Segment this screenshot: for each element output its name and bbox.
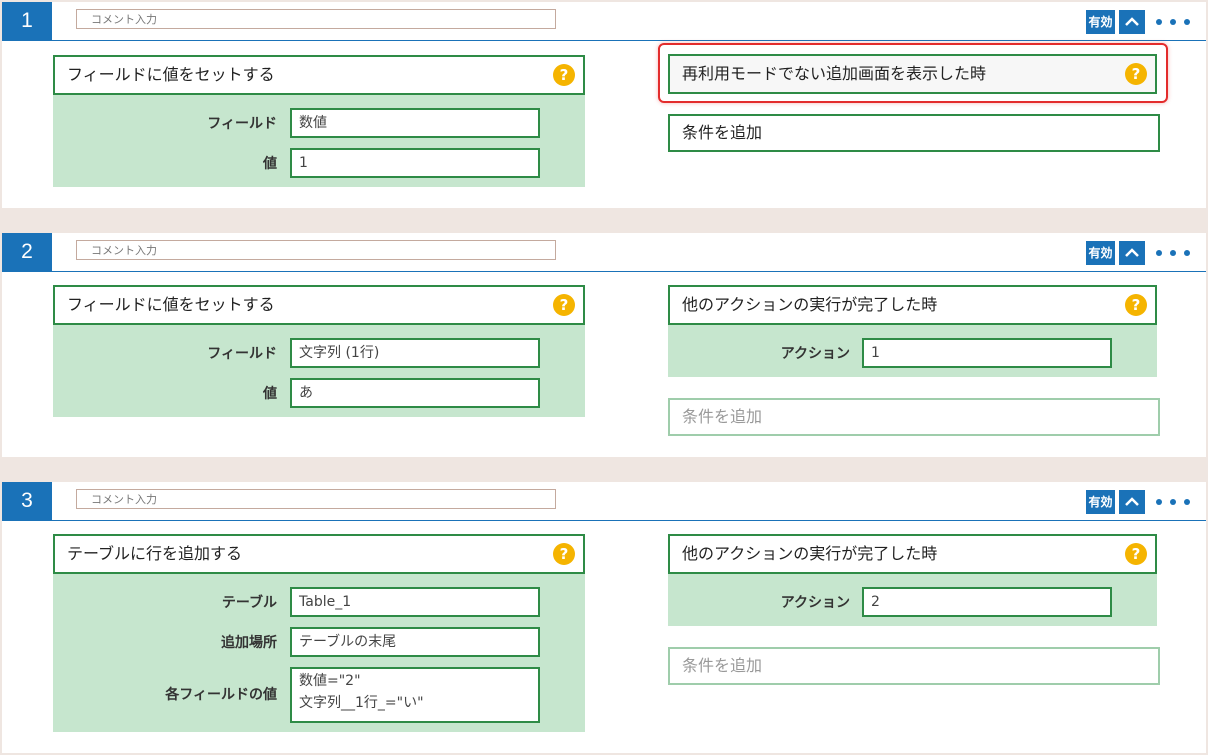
rule-panel: 1 コメント入力 有効 フィールドに値をセットする ? フィールド 数値 値 1… (2, 2, 1206, 208)
value-field[interactable]: 1 (290, 148, 540, 178)
action-settings: フィールド 数値 値 1 (53, 95, 585, 187)
chevron-up-icon[interactable] (1119, 490, 1145, 514)
rule-number: 1 (2, 2, 52, 40)
value-label: 値 (263, 386, 277, 402)
trigger-settings: アクション 1 (668, 325, 1157, 377)
table-label: テーブル (221, 595, 277, 611)
rule-panel: 3 コメント入力 有効 テーブルに行を追加する ? テーブル Table_1 追… (2, 482, 1206, 753)
rule-header: 3 コメント入力 有効 (2, 482, 1206, 521)
trigger-title[interactable]: 他のアクションの実行が完了した時 ? (668, 534, 1157, 574)
action-settings: フィールド 文字列 (1行) 値 あ (53, 325, 585, 417)
add-condition-button[interactable]: 条件を追加 (668, 114, 1160, 152)
enabled-toggle[interactable]: 有効 (1086, 490, 1115, 514)
action-title-label: フィールドに値をセットする (67, 295, 275, 314)
chevron-up-icon[interactable] (1119, 10, 1145, 34)
enabled-toggle[interactable]: 有効 (1086, 10, 1115, 34)
trigger-settings: アクション 2 (668, 574, 1157, 626)
more-horizontal-icon[interactable] (1156, 241, 1190, 265)
help-icon[interactable]: ? (553, 543, 575, 565)
value-field[interactable]: あ (290, 378, 540, 408)
field-values-label: 各フィールドの値 (165, 687, 277, 703)
field-label: フィールド (207, 116, 277, 132)
help-icon[interactable]: ? (1125, 543, 1147, 565)
trigger-title-label: 他のアクションの実行が完了した時 (682, 544, 938, 563)
action-label: アクション (780, 595, 850, 611)
field-label: フィールド (207, 346, 277, 362)
trigger-title-label: 他のアクションの実行が完了した時 (682, 295, 938, 314)
rule-panel: 2 コメント入力 有効 フィールドに値をセットする ? フィールド 文字列 (1… (2, 233, 1206, 457)
highlight-box (658, 43, 1168, 103)
trigger-title[interactable]: 他のアクションの実行が完了した時 ? (668, 285, 1157, 325)
action-title[interactable]: フィールドに値をセットする ? (53, 55, 585, 95)
rule-header: 1 コメント入力 有効 (2, 2, 1206, 41)
chevron-up-icon[interactable] (1119, 241, 1145, 265)
field-value[interactable]: 文字列 (1行) (290, 338, 540, 368)
value-label: 値 (263, 156, 277, 172)
action-number-field[interactable]: 2 (862, 587, 1112, 617)
action-title-label: テーブルに行を追加する (67, 544, 243, 563)
enabled-toggle[interactable]: 有効 (1086, 241, 1115, 265)
rule-number: 3 (2, 482, 52, 520)
help-icon[interactable]: ? (553, 294, 575, 316)
rule-header: 2 コメント入力 有効 (2, 233, 1206, 272)
action-title[interactable]: テーブルに行を追加する ? (53, 534, 585, 574)
table-field[interactable]: Table_1 (290, 587, 540, 617)
comment-input[interactable]: コメント入力 (76, 489, 556, 509)
more-horizontal-icon[interactable] (1156, 10, 1190, 34)
action-label: アクション (780, 346, 850, 362)
action-settings: テーブル Table_1 追加場所 テーブルの末尾 各フィールドの値 数値="2… (53, 574, 585, 732)
field-values-field[interactable]: 数値="2" 文字列__1行_="い" (290, 667, 540, 723)
comment-input[interactable]: コメント入力 (76, 9, 556, 29)
field-value-line: 数値="2" (299, 673, 361, 689)
action-title[interactable]: フィールドに値をセットする ? (53, 285, 585, 325)
action-number-field[interactable]: 1 (862, 338, 1112, 368)
insert-position-label: 追加場所 (221, 635, 277, 651)
rule-number: 2 (2, 233, 52, 271)
field-value[interactable]: 数値 (290, 108, 540, 138)
more-horizontal-icon[interactable] (1156, 490, 1190, 514)
insert-position-field[interactable]: テーブルの末尾 (290, 627, 540, 657)
comment-input[interactable]: コメント入力 (76, 240, 556, 260)
add-condition-button[interactable]: 条件を追加 (668, 647, 1160, 685)
help-icon[interactable]: ? (553, 64, 575, 86)
action-title-label: フィールドに値をセットする (67, 65, 275, 84)
field-value-line: 文字列__1行_="い" (299, 695, 424, 711)
help-icon[interactable]: ? (1125, 294, 1147, 316)
add-condition-button[interactable]: 条件を追加 (668, 398, 1160, 436)
